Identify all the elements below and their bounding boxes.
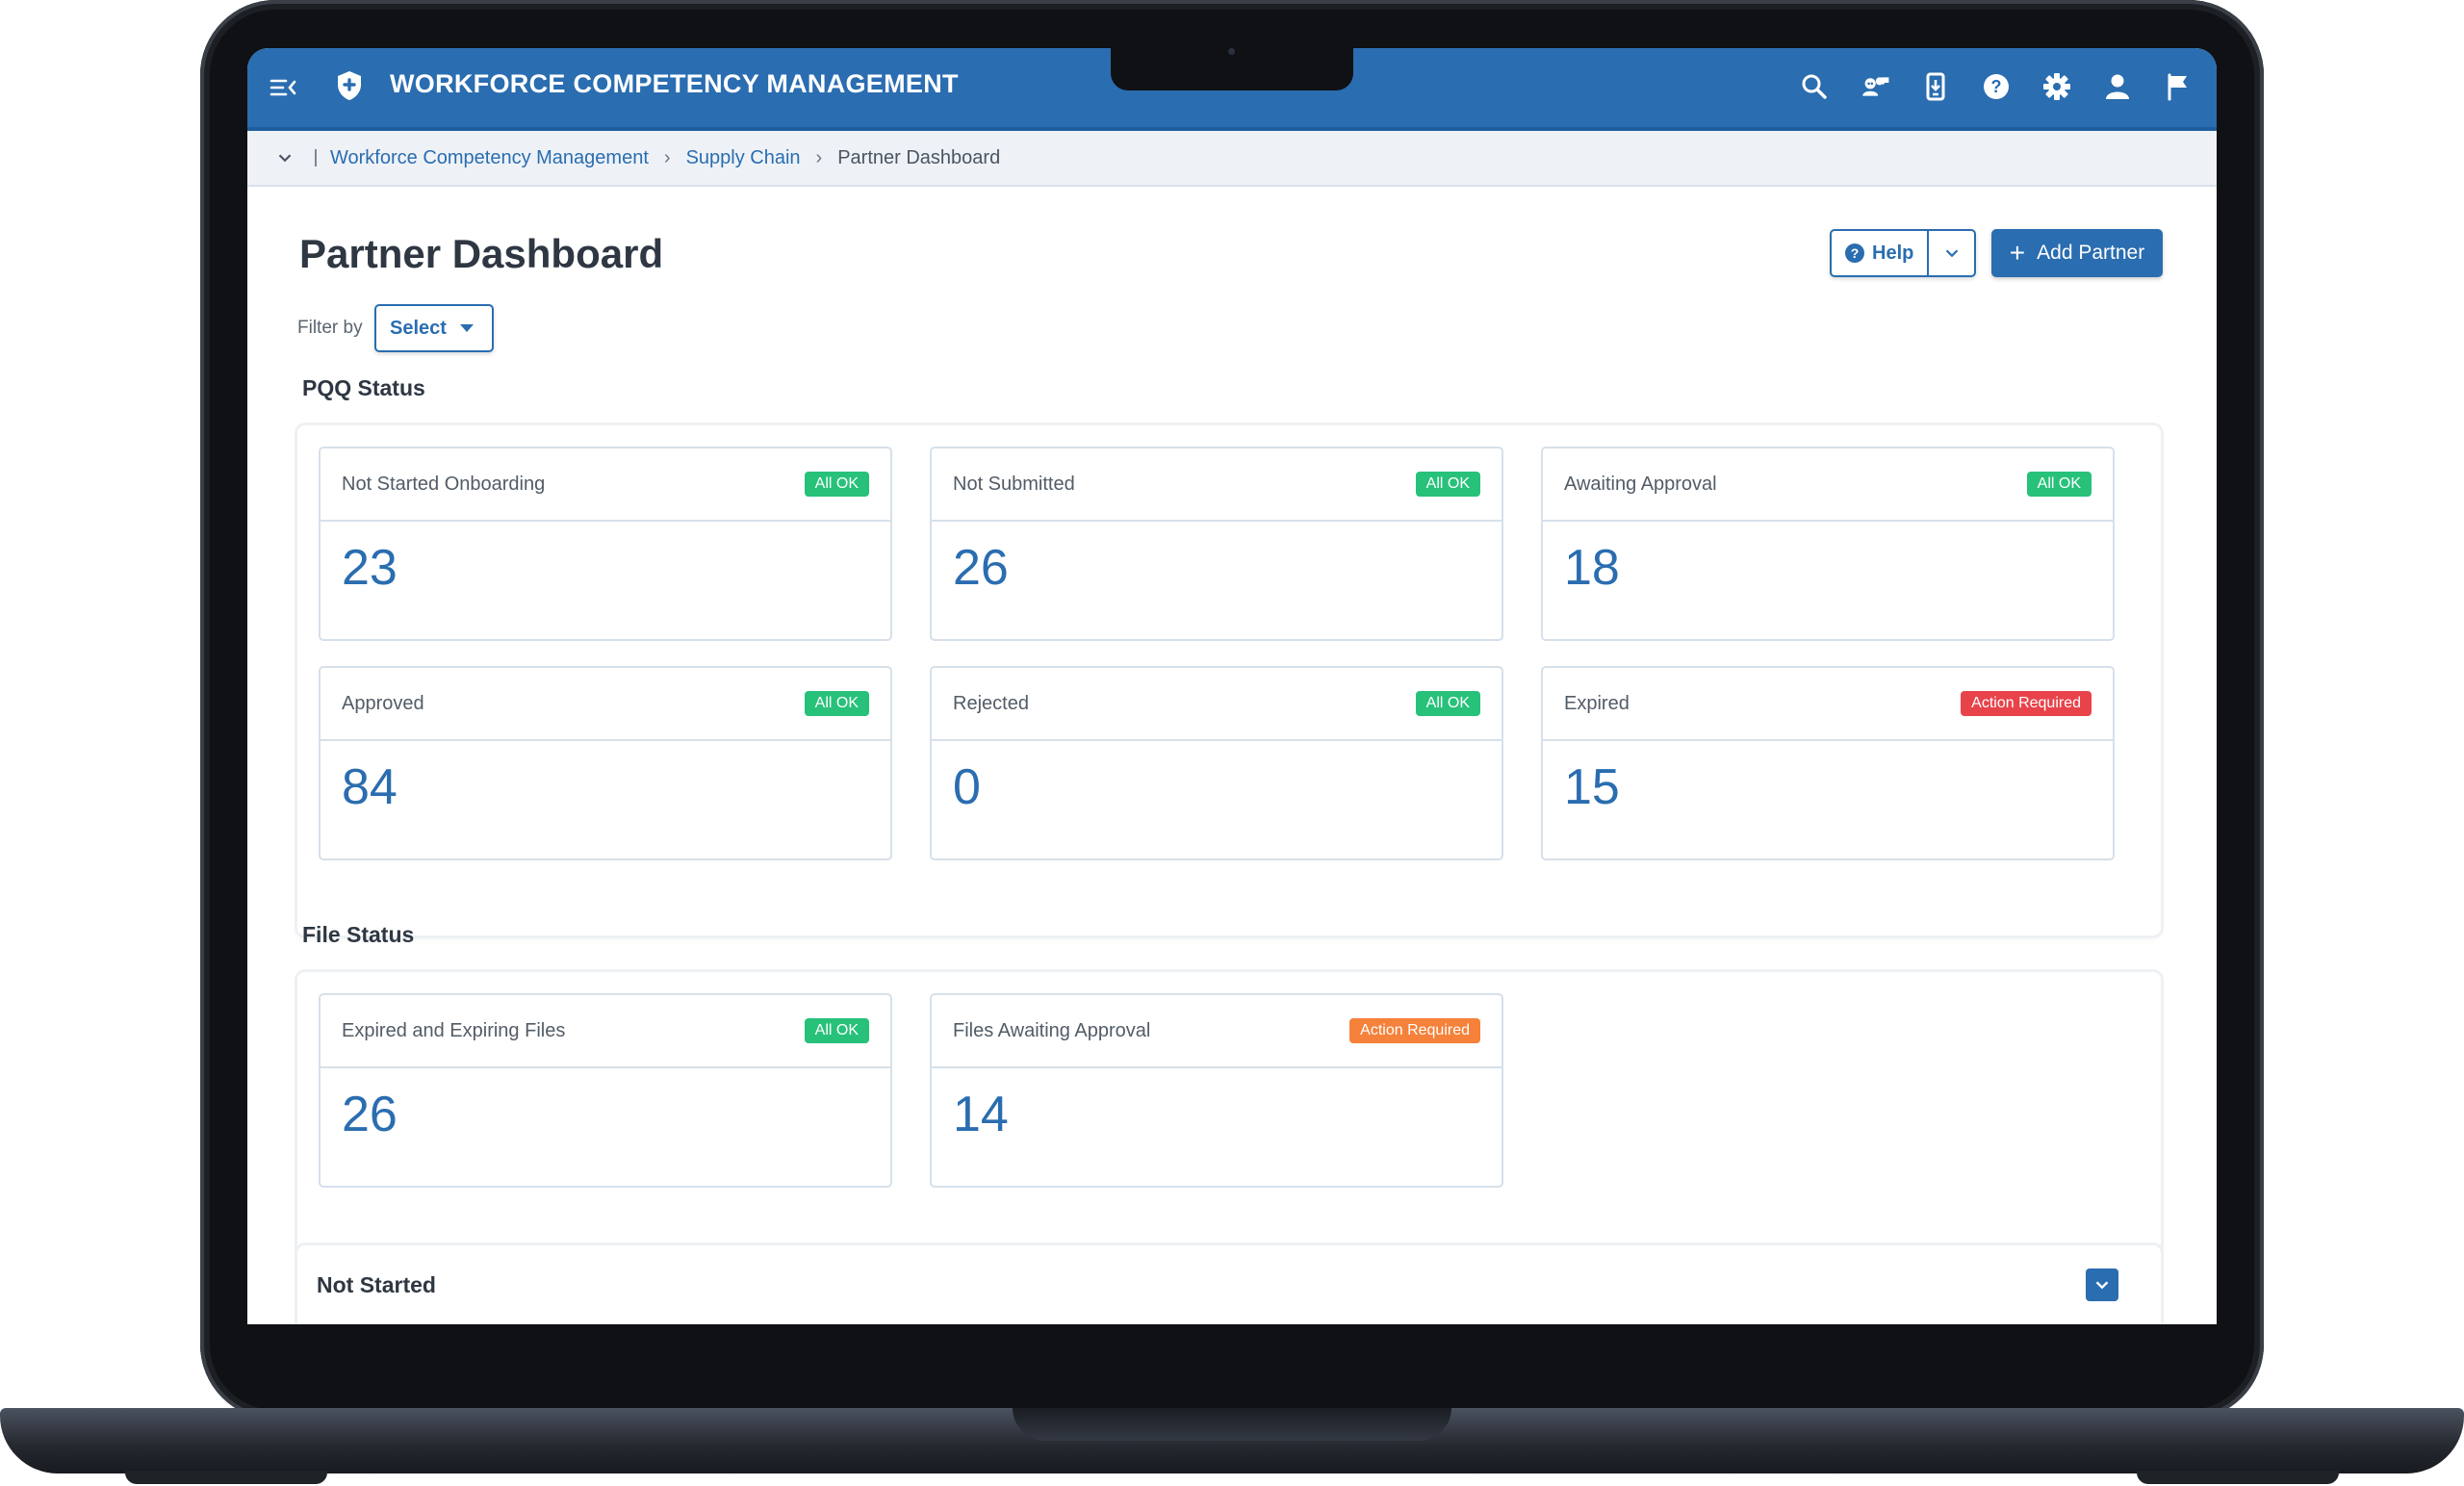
card-value: 23 [342, 540, 398, 596]
breadcrumb-current: Partner Dashboard [837, 146, 1001, 168]
top-bar-actions: ? [1797, 69, 2195, 104]
breadcrumb-toggle-chevron-icon[interactable] [274, 146, 297, 169]
breadcrumb-divider [315, 149, 317, 167]
status-badge: All OK [1415, 691, 1480, 716]
card-header: Awaiting Approval All OK [1543, 448, 2113, 522]
help-button-group: ? Help [1830, 229, 1976, 277]
help-circle-icon: ? [1845, 243, 1864, 263]
laptop-foot-right [2137, 1471, 2339, 1484]
card-value: 18 [1564, 540, 1620, 596]
help-button[interactable]: ? Help [1832, 231, 1930, 275]
file-status-panel: Expired and Expiring Files All OK 26 Fil… [297, 972, 2161, 1257]
card-header: Not Started Onboarding All OK [321, 448, 890, 522]
card-label: Approved [342, 692, 424, 714]
mobile-device-icon[interactable] [1918, 69, 1953, 104]
card-label: Expired and Expiring Files [342, 1019, 566, 1041]
card-header: Rejected All OK [932, 668, 1502, 741]
pqq-card-not-started-onboarding[interactable]: Not Started Onboarding All OK 23 [319, 447, 892, 641]
search-icon[interactable] [1797, 69, 1832, 104]
chevron-down-icon [2095, 1281, 2109, 1290]
card-header: Approved All OK [321, 668, 890, 741]
plus-icon: + [2009, 238, 2026, 268]
add-partner-label: Add Partner [2037, 242, 2145, 264]
pqq-card-awaiting-approval[interactable]: Awaiting Approval All OK 18 [1541, 447, 2115, 641]
status-badge: Action Required [1961, 691, 2092, 716]
pqq-card-not-submitted[interactable]: Not Submitted All OK 26 [930, 447, 1503, 641]
help-icon[interactable]: ? [1979, 69, 2014, 104]
svg-text:?: ? [1991, 77, 2002, 96]
not-started-panel: Not Started [297, 1245, 2161, 1324]
file-section-title: File Status [302, 922, 415, 947]
page-title: Partner Dashboard [299, 231, 664, 276]
camera-dot [1228, 48, 1235, 55]
status-badge: All OK [2026, 472, 2092, 497]
file-card-awaiting-approval[interactable]: Files Awaiting Approval Action Required … [930, 993, 1503, 1188]
status-badge: All OK [1415, 472, 1480, 497]
filter-select[interactable]: Select [374, 304, 494, 352]
breadcrumb-link-workforce[interactable]: Workforce Competency Management [330, 147, 649, 169]
flag-icon[interactable] [2161, 69, 2195, 104]
breadcrumb: Workforce Competency Management › Supply… [247, 131, 2217, 187]
filter-label: Filter by [297, 318, 363, 338]
menu-collapse-icon[interactable] [269, 73, 297, 102]
pqq-card-expired[interactable]: Expired Action Required 15 [1541, 666, 2115, 860]
pqq-card-rejected[interactable]: Rejected All OK 0 [930, 666, 1503, 860]
user-icon[interactable] [2100, 69, 2135, 104]
caret-down-icon [459, 324, 474, 332]
card-value: 15 [1564, 759, 1620, 815]
card-label: Not Submitted [953, 473, 1075, 495]
card-header: Not Submitted All OK [932, 448, 1502, 522]
status-badge: All OK [804, 691, 869, 716]
add-partner-button[interactable]: + Add Partner [1991, 229, 2163, 277]
help-dropdown-button[interactable] [1929, 231, 1974, 275]
card-label: Files Awaiting Approval [953, 1019, 1151, 1041]
card-header: Expired and Expiring Files All OK [321, 995, 890, 1068]
card-value: 84 [342, 759, 398, 815]
card-header: Files Awaiting Approval Action Required [932, 995, 1502, 1068]
laptop-hinge-notch [1013, 1408, 1451, 1441]
file-card-expired-expiring[interactable]: Expired and Expiring Files All OK 26 [319, 993, 892, 1188]
help-button-label: Help [1872, 242, 1914, 264]
pqq-card-approved[interactable]: Approved All OK 84 [319, 666, 892, 860]
card-value: 0 [953, 759, 981, 815]
pqq-section-title: PQQ Status [302, 375, 425, 400]
card-label: Awaiting Approval [1564, 473, 1717, 495]
card-header: Expired Action Required [1543, 668, 2113, 741]
chevron-right-icon: › [815, 146, 823, 168]
card-value: 26 [953, 540, 1009, 596]
card-label: Not Started Onboarding [342, 473, 546, 495]
pqq-status-panel: Not Started Onboarding All OK 23 Not Sub… [297, 425, 2161, 935]
card-label: Rejected [953, 692, 1029, 714]
not-started-title: Not Started [317, 1272, 436, 1297]
status-badge: Action Required [1349, 1018, 1480, 1043]
card-label: Expired [1564, 692, 1630, 714]
users-chat-icon[interactable] [1858, 69, 1892, 104]
card-value: 26 [342, 1087, 398, 1142]
card-value: 14 [953, 1087, 1009, 1142]
filter-select-value: Select [390, 317, 447, 339]
laptop-foot-left [125, 1471, 327, 1484]
breadcrumb-link-supply-chain[interactable]: Supply Chain [686, 147, 801, 169]
camera-notch [1111, 46, 1353, 90]
chevron-down-icon [1945, 249, 1958, 258]
status-badge: All OK [804, 472, 869, 497]
screen: WORKFORCE COMPETENCY MANAGEMENT ? Workfo… [247, 48, 2217, 1324]
gear-icon[interactable] [2040, 69, 2074, 104]
shield-logo-icon [336, 69, 363, 102]
expand-not-started-button[interactable] [2086, 1268, 2118, 1301]
app-title: WORKFORCE COMPETENCY MANAGEMENT [390, 69, 959, 98]
chevron-right-icon: › [663, 146, 671, 168]
status-badge: All OK [804, 1018, 869, 1043]
